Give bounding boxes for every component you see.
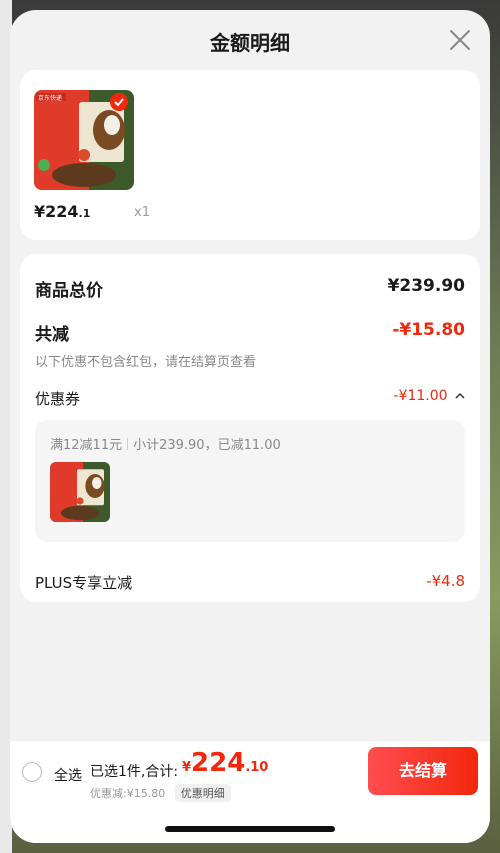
- checkout-bar: 全选 已选1件,合计: ¥224.10 优惠减:¥15.80 优惠明细 去结算: [10, 740, 490, 843]
- home-indicator: [165, 826, 335, 832]
- plus-discount-value: -¥4.8: [426, 572, 465, 590]
- product-image[interactable]: 京东快递: [34, 90, 134, 190]
- total-reduce-row: 共减 -¥15.80 以下优惠不包含红包，请在结算页查看: [35, 320, 465, 370]
- coupon-description: 满12减11元 小计239.90，已减11.00: [50, 434, 281, 453]
- discount-summary: 优惠减:¥15.80 优惠明细: [90, 784, 231, 802]
- total-price-value: ¥239.90: [387, 276, 465, 296]
- total-amount: ¥224.10: [182, 748, 269, 778]
- product-price-row: ¥224.1 x1: [34, 202, 150, 221]
- coupon-product-image: [50, 462, 110, 522]
- coupon-rule: 满12减11元: [50, 438, 123, 453]
- price-detail-card: 商品总价 ¥239.90 共减 -¥15.80 以下优惠不包含红包，请在结算页查…: [20, 254, 480, 602]
- coupon-label: 优惠券: [35, 390, 81, 408]
- discount-text: 优惠减:¥15.80: [90, 787, 166, 800]
- close-icon[interactable]: [448, 28, 472, 52]
- coupon-row[interactable]: 优惠券 -¥11.00: [35, 388, 465, 409]
- total-price-label: 商品总价: [35, 281, 103, 301]
- amount-detail-sheet: 金额明细 京东快递 ¥224.1 x1 商品总价 ¥239.90 共减 -¥15…: [10, 10, 490, 843]
- brand-text: 京东快递: [38, 94, 62, 102]
- coupon-detail-box: 满12减11元 小计239.90，已减11.00: [35, 420, 465, 542]
- sheet-header: 金额明细: [10, 10, 490, 70]
- coupon-value[interactable]: -¥11.00: [394, 388, 466, 404]
- checkout-button[interactable]: 去结算: [368, 747, 478, 795]
- plus-discount-row: PLUS专享立减 -¥4.8: [35, 572, 465, 593]
- product-price: ¥224.1: [34, 202, 91, 221]
- select-all-label[interactable]: 全选: [54, 765, 82, 785]
- total-price-row: 商品总价 ¥239.90: [35, 276, 465, 301]
- chevron-up-icon: [455, 392, 465, 399]
- product-card: 京东快递 ¥224.1 x1: [20, 70, 480, 240]
- discount-detail-chip[interactable]: 优惠明细: [174, 784, 231, 802]
- coupon-subtotal: 小计239.90，已减11.00: [133, 438, 281, 453]
- select-all-checkbox[interactable]: [22, 762, 42, 782]
- total-reduce-value: -¥15.80: [392, 320, 465, 340]
- reduce-note: 以下优惠不包含红包，请在结算页查看: [35, 355, 257, 370]
- plus-discount-label: PLUS专享立减: [35, 574, 133, 592]
- selected-count-text: 已选1件,合计:: [90, 764, 179, 780]
- product-quantity: x1: [134, 205, 150, 220]
- sheet-title: 金额明细: [210, 31, 290, 55]
